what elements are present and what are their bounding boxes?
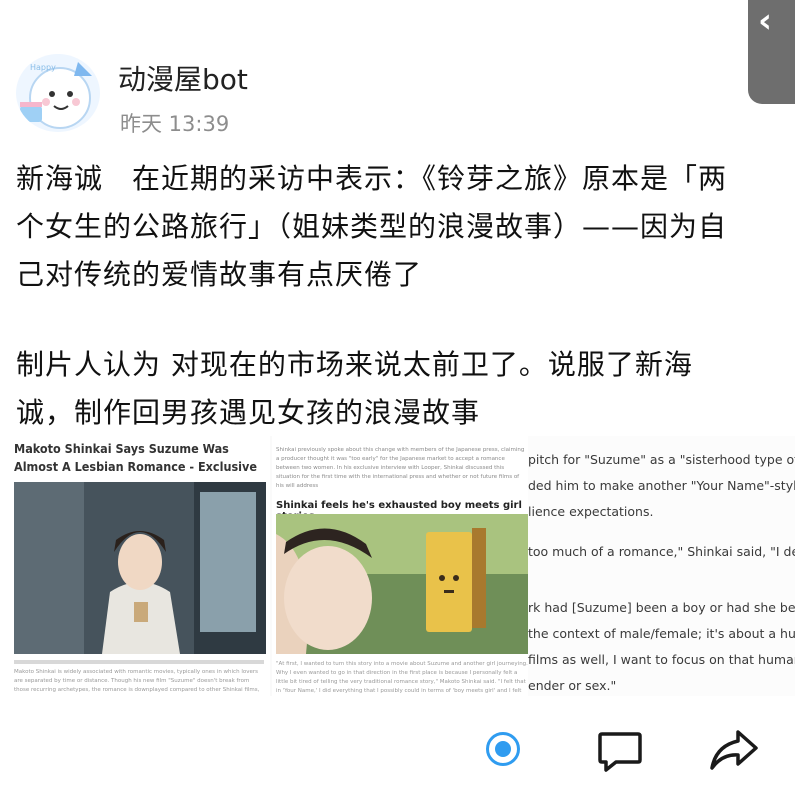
article-body-text: "At first, I wanted to turn this story i…: [276, 661, 528, 694]
article-text-line: the context of male/female; it's about a…: [528, 626, 795, 641]
article-headline: Makoto Shinkai Says Suzume Was Almost A …: [14, 441, 257, 474]
article-panel-right: pitch for "Suzume" as a "sisterhood type…: [528, 436, 795, 696]
username[interactable]: 动漫屋bot: [118, 58, 248, 98]
chevron-left-icon: [758, 4, 772, 38]
avatar-cake-icon: Happy: [20, 62, 92, 129]
post-timestamp: 昨天 13:39: [120, 112, 230, 136]
post-text-line: 新海诚 在近期的采访中表示：《铃芽之旅》原本是「两: [16, 162, 728, 195]
article-panel-middle: Shinkai previously spoke about this chan…: [272, 436, 534, 696]
article-panel-headline: Makoto Shinkai Says Suzume Was Almost A …: [8, 436, 270, 696]
article-text-line: films as well, I want to focus on that h…: [528, 652, 795, 667]
article-text-line: rk had [Suzume] been a boy or had she be…: [528, 600, 795, 615]
article-byline: [14, 660, 264, 664]
post-text-line: 己对传统的爱情故事有点厌倦了: [16, 258, 423, 291]
attached-image[interactable]: Makoto Shinkai Says Suzume Was Almost A …: [8, 436, 795, 696]
article-text-line: ded him to make another "Your Name"-styl: [528, 478, 795, 493]
share-arrow-icon[interactable]: [708, 728, 760, 774]
article-text-line: pitch for "Suzume" as a "sisterhood type…: [528, 452, 795, 467]
post-text-line: 个女生的公路旅行」（姐妹类型的浪漫故事）——因为自: [16, 210, 728, 243]
article-text-line: too much of a romance," Shinkai said, "I…: [528, 544, 795, 559]
suzume-chair-image: [276, 514, 530, 654]
suzume-still-image: [14, 482, 266, 654]
post-text-line: 诚，制作回男孩遇见女孩的浪漫故事: [16, 396, 481, 429]
svg-text:Happy: Happy: [30, 63, 56, 72]
back-handle[interactable]: [748, 0, 795, 104]
article-body-text: Makoto Shinkai is widely associated with…: [14, 669, 260, 693]
article-text-line: ender or sex.": [528, 678, 617, 693]
comment-icon[interactable]: [596, 730, 644, 774]
post-text-line: 制片人认为 对现在的市场来说太前卫了。说服了新海: [16, 348, 693, 381]
radio-dot-icon[interactable]: [486, 732, 520, 766]
article-text-line: lience expectations.: [528, 504, 654, 519]
avatar[interactable]: Happy: [16, 54, 100, 132]
article-body-text: Shinkai previously spoke about this chan…: [276, 447, 525, 489]
